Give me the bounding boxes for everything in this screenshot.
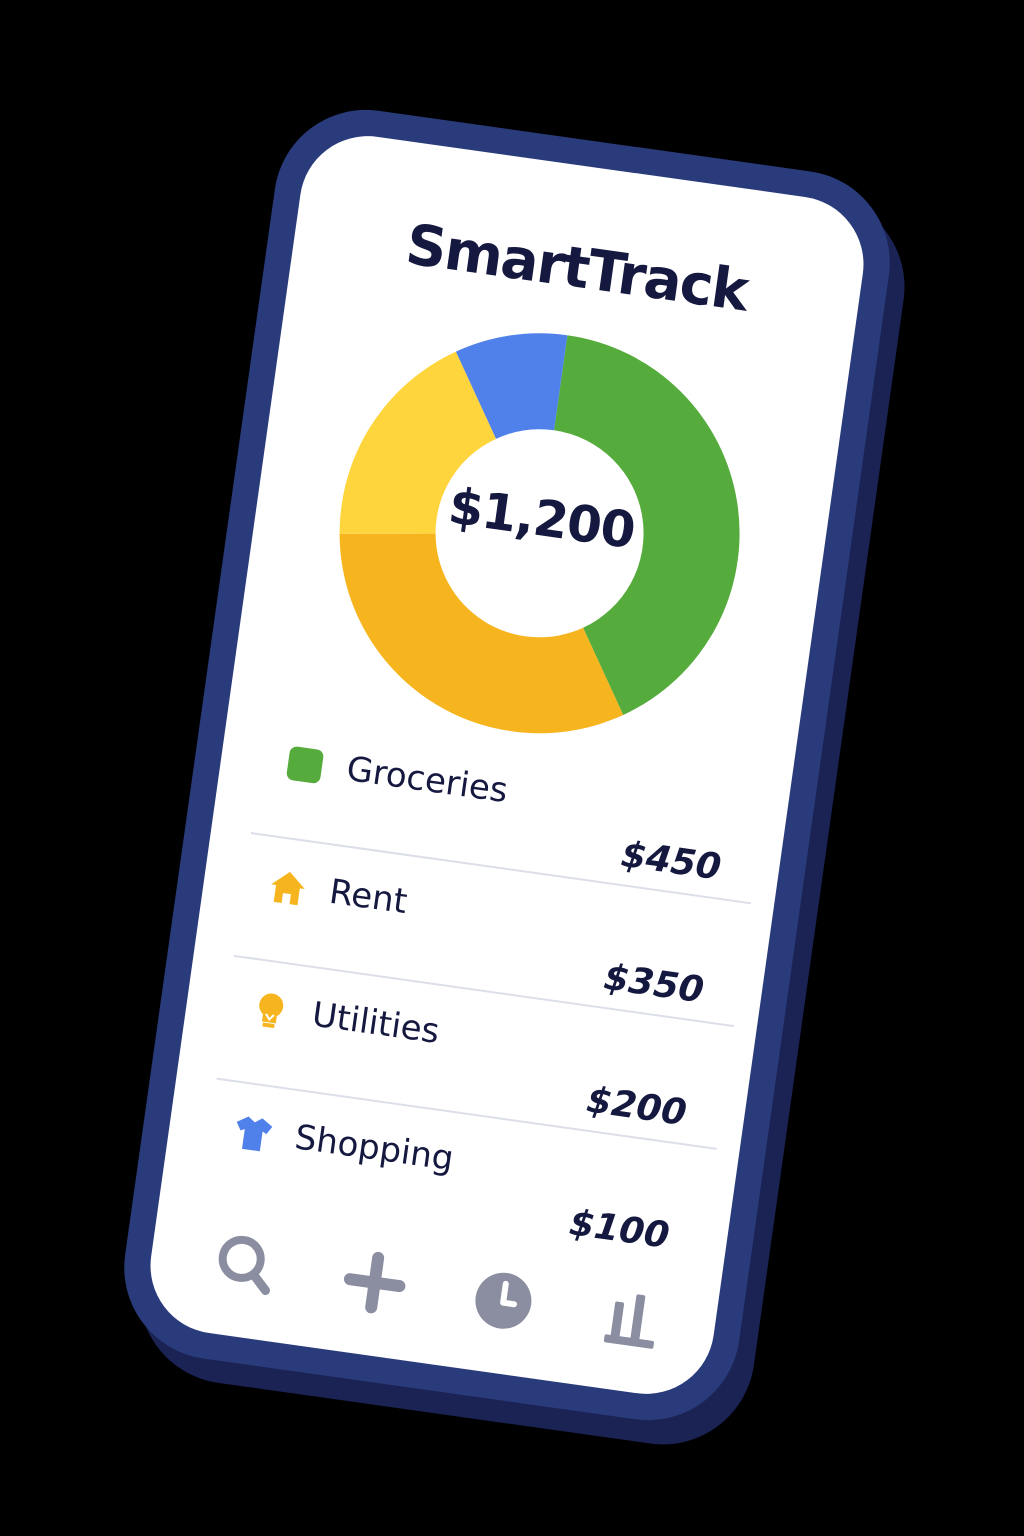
square-icon [286, 746, 324, 784]
category-label: Rent [326, 871, 410, 923]
phone: SmartTrack $1,200 Groceries $450 Rent $3… [112, 97, 917, 1457]
category-amount: $450 [618, 834, 724, 889]
category-amount: $200 [584, 1079, 690, 1135]
house-icon [271, 871, 305, 906]
shirt-icon [236, 1116, 273, 1152]
category-amount: $100 [566, 1202, 672, 1257]
category-label: Shopping [292, 1117, 457, 1180]
category-label: Groceries [344, 748, 511, 812]
plus-icon [343, 1251, 406, 1314]
search-button[interactable] [206, 1225, 285, 1304]
clock-icon [475, 1272, 532, 1329]
search-icon [218, 1235, 271, 1296]
stats-button[interactable] [593, 1279, 672, 1358]
add-button[interactable] [335, 1243, 414, 1322]
category-amount: $350 [601, 956, 707, 1012]
stage: SmartTrack $1,200 Groceries $450 Rent $3… [0, 0, 1024, 1536]
phone-frame: SmartTrack $1,200 Groceries $450 Rent $3… [112, 97, 902, 1433]
history-button[interactable] [464, 1261, 543, 1340]
category-label: Utilities [309, 994, 442, 1052]
bar-chart-icon [603, 1294, 654, 1349]
lightbulb-icon [259, 993, 284, 1029]
